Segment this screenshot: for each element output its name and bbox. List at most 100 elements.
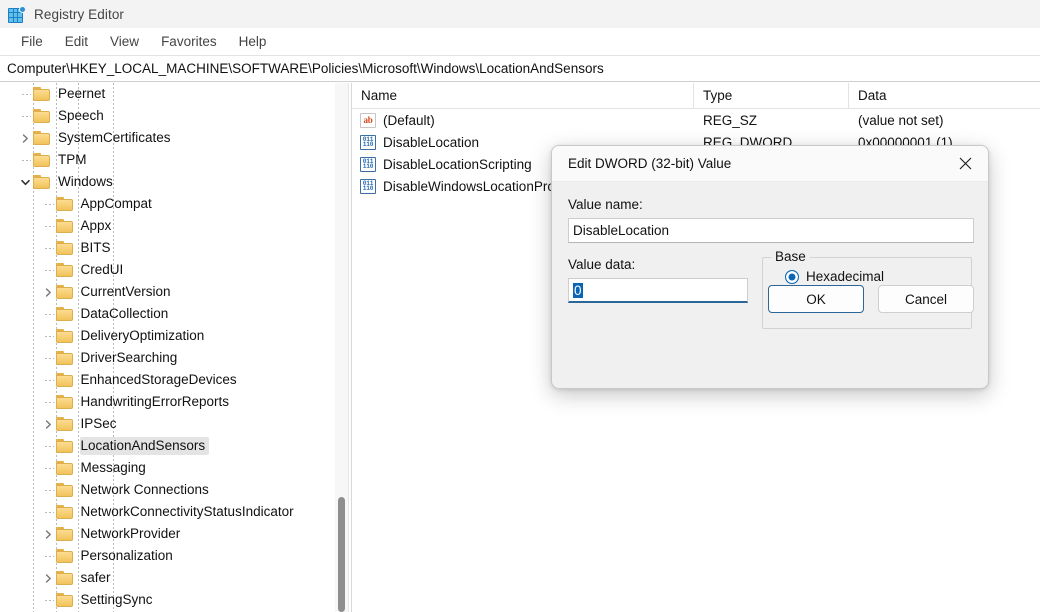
tree-item-label: DataCollection <box>80 305 173 323</box>
tree-item-label: NetworkProvider <box>80 525 185 543</box>
cancel-button[interactable]: Cancel <box>878 285 974 313</box>
folder-icon <box>56 527 73 541</box>
tree-pane-divider-inner <box>348 83 349 612</box>
value-data-input[interactable]: 0 <box>568 278 748 303</box>
folder-icon <box>56 373 73 387</box>
tree-item-label: Network Connections <box>80 481 213 499</box>
value-data-cell: (value not set) <box>849 113 1040 128</box>
dialog-buttons: OK Cancel <box>768 285 974 313</box>
registry-tree-pane: Peernet Speech SystemCertificates TPM Window… <box>0 83 352 612</box>
radio-hexadecimal[interactable]: Hexadecimal <box>785 269 971 284</box>
chevron-right-icon[interactable] <box>41 281 56 303</box>
tree-item-peernet[interactable]: Peernet <box>0 83 352 105</box>
tree-item-label: safer <box>80 569 115 587</box>
tree-item-label: AppCompat <box>80 195 156 213</box>
value-list-header: Name Type Data <box>352 83 1040 109</box>
menu-edit[interactable]: Edit <box>54 31 99 52</box>
tree-item-label: Personalization <box>80 547 177 565</box>
dword-value-icon: 011110 <box>360 135 376 150</box>
tree-item-driversearching[interactable]: DriverSearching <box>0 347 352 369</box>
column-header-data[interactable]: Data <box>849 83 1040 108</box>
string-value-icon: ab <box>360 113 376 128</box>
value-name-input[interactable]: DisableLocation <box>568 218 974 243</box>
chevron-right-icon[interactable] <box>41 567 56 589</box>
dword-value-icon: 011110 <box>360 179 376 194</box>
tree-item-appx[interactable]: Appx <box>0 215 352 237</box>
radio-hexadecimal-indicator <box>785 270 799 284</box>
tree-item-appcompat[interactable]: AppCompat <box>0 193 352 215</box>
chevron-right-icon[interactable] <box>18 127 33 149</box>
tree-item-label: Messaging <box>80 459 150 477</box>
tree-scrollbar-thumb[interactable] <box>338 497 345 612</box>
folder-icon <box>56 241 73 255</box>
menu-bar: File Edit View Favorites Help <box>0 28 1040 55</box>
tree-item-networkconnectivitystatusindicator[interactable]: NetworkConnectivityStatusIndicator <box>0 501 352 523</box>
folder-icon <box>33 175 50 189</box>
tree-scrollbar[interactable] <box>335 83 348 612</box>
tree-item-credui[interactable]: CredUI <box>0 259 352 281</box>
folder-icon <box>56 219 73 233</box>
radio-hexadecimal-label: Hexadecimal <box>806 269 884 284</box>
address-bar[interactable]: Computer\HKEY_LOCAL_MACHINE\SOFTWARE\Pol… <box>0 55 1040 82</box>
menu-help[interactable]: Help <box>228 31 278 52</box>
folder-icon <box>56 483 73 497</box>
registry-tree[interactable]: Peernet Speech SystemCertificates TPM Window… <box>0 83 352 611</box>
tree-item-label: HandwritingErrorReports <box>80 393 234 411</box>
menu-view[interactable]: View <box>99 31 150 52</box>
folder-icon <box>56 549 73 563</box>
folder-icon <box>56 571 73 585</box>
value-type-text: REG_SZ <box>703 113 757 128</box>
folder-icon <box>56 439 73 453</box>
menu-favorites[interactable]: Favorites <box>150 31 228 52</box>
chevron-right-icon[interactable] <box>41 413 56 435</box>
dialog-title: Edit DWORD (32-bit) Value <box>568 156 948 171</box>
tree-item-settingsync[interactable]: SettingSync <box>0 589 352 611</box>
value-data-label: Value data: <box>568 257 748 272</box>
folder-icon <box>56 395 73 409</box>
tree-item-datacollection[interactable]: DataCollection <box>0 303 352 325</box>
tree-item-label: Peernet <box>57 85 109 103</box>
tree-item-ipsec[interactable]: IPSec <box>0 413 352 435</box>
chevron-right-icon[interactable] <box>41 523 56 545</box>
value-data-text: 0 <box>573 283 583 298</box>
tree-item-enhancedstoragedevices[interactable]: EnhancedStorageDevices <box>0 369 352 391</box>
tree-item-label: CredUI <box>80 261 128 279</box>
tree-item-label: Windows <box>57 173 117 191</box>
tree-item-label: IPSec <box>80 415 121 433</box>
folder-icon <box>33 109 50 123</box>
folder-icon <box>33 131 50 145</box>
folder-icon <box>56 307 73 321</box>
tree-item-safer[interactable]: safer <box>0 567 352 589</box>
tree-item-deliveryoptimization[interactable]: DeliveryOptimization <box>0 325 352 347</box>
tree-item-bits[interactable]: BITS <box>0 237 352 259</box>
tree-item-networkprovider[interactable]: NetworkProvider <box>0 523 352 545</box>
folder-icon <box>56 505 73 519</box>
value-name-text: DisableLocationScripting <box>383 157 532 172</box>
tree-item-windows[interactable]: Windows <box>0 171 352 193</box>
tree-item-speech[interactable]: Speech <box>0 105 352 127</box>
registry-editor-window: Registry Editor File Edit View Favorites… <box>0 0 1040 612</box>
tree-item-label: Speech <box>57 107 108 125</box>
tree-item-label: SystemCertificates <box>57 129 175 147</box>
value-row[interactable]: ab(Default) REG_SZ (value not set) <box>352 109 1040 131</box>
value-name-cell: ab(Default) <box>352 113 694 128</box>
folder-icon <box>56 197 73 211</box>
tree-item-tpm[interactable]: TPM <box>0 149 352 171</box>
tree-item-currentversion[interactable]: CurrentVersion <box>0 281 352 303</box>
close-icon[interactable] <box>948 149 982 179</box>
column-header-type[interactable]: Type <box>694 83 849 108</box>
ok-button[interactable]: OK <box>768 285 864 313</box>
tree-item-locationandsensors[interactable]: LocationAndSensors <box>0 435 352 457</box>
column-header-name[interactable]: Name <box>352 83 694 108</box>
tree-item-network-connections[interactable]: Network Connections <box>0 479 352 501</box>
dword-value-icon: 011110 <box>360 157 376 172</box>
base-group-legend: Base <box>771 249 810 264</box>
menu-file[interactable]: File <box>10 31 54 52</box>
tree-item-personalization[interactable]: Personalization <box>0 545 352 567</box>
tree-item-handwritingerrorreports[interactable]: HandwritingErrorReports <box>0 391 352 413</box>
value-name-text: DisableLocation <box>383 135 479 150</box>
tree-item-systemcertificates[interactable]: SystemCertificates <box>0 127 352 149</box>
folder-icon <box>33 153 50 167</box>
tree-item-messaging[interactable]: Messaging <box>0 457 352 479</box>
chevron-down-icon[interactable] <box>18 171 33 193</box>
